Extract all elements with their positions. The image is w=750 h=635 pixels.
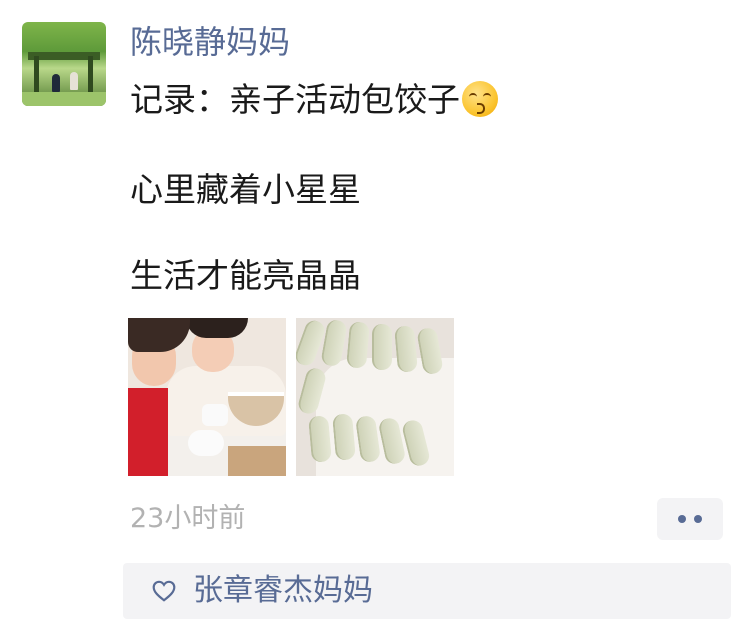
post-text-line-3: 生活才能亮晶晶 <box>130 256 361 295</box>
post-photo-1[interactable] <box>128 318 286 476</box>
avatar-ground <box>22 92 106 106</box>
heart-outline-icon <box>152 580 176 602</box>
likes-panel: 张章睿杰妈妈 <box>123 563 731 619</box>
post-text-line-1-text: 记录：亲子活动包饺子 <box>130 80 460 119</box>
more-actions-button[interactable] <box>657 498 723 540</box>
more-dot-icon <box>678 515 686 523</box>
author-avatar[interactable] <box>22 22 106 106</box>
post-text-line-2: 心里藏着小星星 <box>130 170 361 209</box>
kissing-face-icon <box>462 81 498 117</box>
avatar-figure <box>70 72 78 90</box>
post-photo-2[interactable] <box>296 318 454 476</box>
post-timestamp: 23小时前 <box>130 503 246 534</box>
post-text-line-1: 记录：亲子活动包饺子 <box>130 76 498 124</box>
avatar-figure <box>52 74 60 92</box>
more-dot-icon <box>694 515 702 523</box>
author-name[interactable]: 陈晓静妈妈 <box>130 18 290 66</box>
liker-name[interactable]: 张章睿杰妈妈 <box>193 568 373 614</box>
